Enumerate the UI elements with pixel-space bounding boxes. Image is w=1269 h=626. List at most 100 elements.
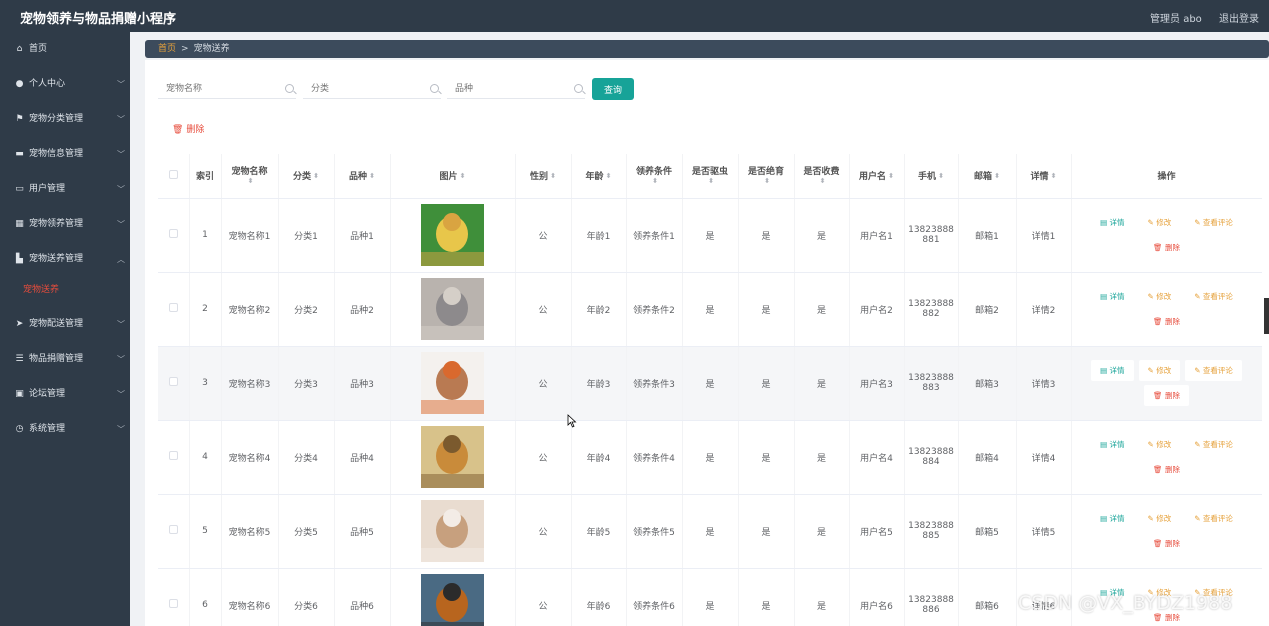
col-header[interactable]: 宠物名称 ⬍ bbox=[221, 154, 279, 199]
sidebar-item-label: 宠物配送管理 bbox=[29, 319, 84, 329]
trash-icon: 🗑 bbox=[1153, 539, 1163, 548]
breadcrumb-home[interactable]: 首页 bbox=[158, 44, 176, 54]
sidebar: ⌂ 首页 ● 个人中心 ﹀ ⚑ 宠物分类管理 ﹀ ▬ 宠物信息管理 ﹀ ▭ 用户管理 ﹀ ▦ 宠物领… bbox=[0, 32, 130, 626]
cell-username: 用户名6 bbox=[849, 568, 905, 626]
sort-icon[interactable]: ⬍ bbox=[888, 173, 894, 180]
col-header[interactable]: 详情 ⬍ bbox=[1016, 154, 1072, 199]
cell-age: 年龄2 bbox=[571, 272, 627, 347]
sidebar-item-personal-center[interactable]: ● 个人中心 ﹀ bbox=[0, 67, 130, 102]
col-header[interactable]: 邮箱 ⬍ bbox=[958, 154, 1017, 199]
breed-input[interactable] bbox=[447, 79, 565, 99]
sidebar-item-forum[interactable]: ▣ 论坛管理 ﹀ bbox=[0, 377, 130, 412]
sort-icon[interactable]: ⬍ bbox=[606, 173, 612, 180]
pet-name-input[interactable] bbox=[158, 79, 276, 99]
sort-icon[interactable]: ⬍ bbox=[652, 178, 658, 185]
col-header[interactable]: 手机 ⬍ bbox=[904, 154, 959, 199]
sidebar-item-system[interactable]: ◷ 系统管理 ﹀ bbox=[0, 412, 130, 447]
col-header[interactable]: 是否收费 ⬍ bbox=[794, 154, 850, 199]
detail-button[interactable]: ▤ 详情 bbox=[1091, 360, 1134, 381]
batch-delete-button[interactable]: 🗑 删除 bbox=[172, 122, 204, 135]
cell-sterilized: 是 bbox=[738, 494, 795, 569]
view-comments-button[interactable]: ✎ 查看评论 bbox=[1185, 212, 1242, 233]
cell-detail: 详情4 bbox=[1016, 420, 1072, 495]
edit-icon: ✎ bbox=[1147, 440, 1154, 449]
col-header[interactable]: 年龄 ⬍ bbox=[571, 154, 627, 199]
sort-icon[interactable]: ⬍ bbox=[313, 173, 319, 180]
cell-breed: 品种1 bbox=[334, 198, 391, 273]
delete-button[interactable]: 🗑 删除 bbox=[1144, 311, 1189, 332]
view-comments-button[interactable]: ✎ 查看评论 bbox=[1185, 508, 1242, 529]
sidebar-item-pet-info[interactable]: ▬ 宠物信息管理 ﹀ bbox=[0, 137, 130, 172]
sidebar-item-delivery[interactable]: ➤ 宠物配送管理 ﹀ bbox=[0, 307, 130, 342]
sort-icon[interactable]: ⬍ bbox=[248, 178, 254, 185]
sidebar-item-donation[interactable]: ☰ 物品捐赠管理 ﹀ bbox=[0, 342, 130, 377]
row-checkbox[interactable] bbox=[168, 303, 178, 312]
detail-button[interactable]: ▤ 详情 bbox=[1091, 508, 1133, 529]
scrollbar-thumb[interactable] bbox=[1264, 298, 1269, 334]
col-header[interactable]: 用户名 ⬍ bbox=[849, 154, 905, 199]
cell-charged: 是 bbox=[794, 272, 850, 347]
admin-user-label: 管理员 abo bbox=[1150, 14, 1202, 25]
detail-button[interactable]: ▤ 详情 bbox=[1091, 212, 1133, 233]
delete-button[interactable]: 🗑 删除 bbox=[1144, 385, 1189, 406]
col-header[interactable]: 性别 ⬍ bbox=[515, 154, 572, 199]
logout-link[interactable]: 退出登录 bbox=[1219, 14, 1259, 25]
sort-icon[interactable]: ⬍ bbox=[550, 173, 556, 180]
row-select-cell bbox=[158, 568, 190, 626]
sort-icon[interactable]: ⬍ bbox=[369, 173, 375, 180]
col-header[interactable]: 领养条件 ⬍ bbox=[626, 154, 683, 199]
sort-icon[interactable]: ⬍ bbox=[938, 173, 944, 180]
category-input[interactable] bbox=[303, 79, 421, 99]
view-comments-button[interactable]: ✎ 查看评论 bbox=[1185, 434, 1242, 455]
cell-detail: 详情5 bbox=[1016, 494, 1072, 569]
edit-button[interactable]: ✎ 修改 bbox=[1139, 434, 1181, 455]
cell-gender: 公 bbox=[515, 272, 572, 347]
row-checkbox[interactable] bbox=[168, 525, 178, 534]
sort-icon[interactable]: ⬍ bbox=[820, 178, 826, 185]
edit-button[interactable]: ✎ 修改 bbox=[1139, 212, 1181, 233]
detail-button[interactable]: ▤ 详情 bbox=[1091, 286, 1133, 307]
cell-index: 4 bbox=[189, 420, 222, 495]
row-checkbox[interactable] bbox=[168, 229, 178, 238]
delete-button[interactable]: 🗑 删除 bbox=[1144, 459, 1189, 480]
sort-icon[interactable]: ⬍ bbox=[1051, 173, 1057, 180]
row-checkbox[interactable] bbox=[168, 599, 178, 608]
sidebar-item-adoption[interactable]: ▦ 宠物领养管理 ﹀ bbox=[0, 207, 130, 242]
sidebar-item-pet-category[interactable]: ⚑ 宠物分类管理 ﹀ bbox=[0, 102, 130, 137]
cell-index: 6 bbox=[189, 568, 222, 626]
cell-charged: 是 bbox=[794, 420, 850, 495]
sidebar-item-rehoming[interactable]: ▙ 宠物送养管理 ︿ bbox=[0, 242, 130, 277]
sidebar-item-home[interactable]: ⌂ 首页 bbox=[0, 32, 130, 67]
cell-image bbox=[390, 420, 516, 495]
cell-dewormed: 是 bbox=[682, 346, 739, 421]
view-comments-button[interactable]: ✎ 查看评论 bbox=[1185, 286, 1242, 307]
row-checkbox[interactable] bbox=[168, 451, 178, 460]
col-header[interactable]: 品种 ⬍ bbox=[334, 154, 391, 199]
delete-button[interactable]: 🗑 删除 bbox=[1144, 533, 1189, 554]
sidebar-item-users[interactable]: ▭ 用户管理 ﹀ bbox=[0, 172, 130, 207]
sort-icon[interactable]: ⬍ bbox=[994, 173, 1000, 180]
delete-button[interactable]: 🗑 删除 bbox=[1144, 237, 1189, 258]
pet-photo bbox=[421, 278, 484, 340]
cell-phone: 13823888 883 bbox=[904, 346, 959, 421]
col-header[interactable]: 分类 ⬍ bbox=[278, 154, 335, 199]
edit-button[interactable]: ✎ 修改 bbox=[1139, 286, 1181, 307]
pet-name-search bbox=[158, 79, 296, 99]
row-checkbox[interactable] bbox=[168, 377, 178, 386]
sort-icon[interactable]: ⬍ bbox=[708, 178, 714, 185]
col-header[interactable]: 图片 ⬍ bbox=[390, 154, 516, 199]
edit-button[interactable]: ✎ 修改 bbox=[1138, 360, 1181, 381]
detail-button[interactable]: ▤ 详情 bbox=[1091, 434, 1133, 455]
sort-icon[interactable]: ⬍ bbox=[460, 173, 466, 180]
view-comments-button[interactable]: ✎ 查看评论 bbox=[1185, 360, 1242, 381]
row-select-cell bbox=[158, 346, 190, 421]
edit-button[interactable]: ✎ 修改 bbox=[1139, 508, 1181, 529]
col-header[interactable]: 是否驱虫 ⬍ bbox=[682, 154, 739, 199]
cell-image bbox=[390, 568, 516, 626]
col-header[interactable]: 是否绝育 ⬍ bbox=[738, 154, 795, 199]
sort-icon[interactable]: ⬍ bbox=[764, 178, 770, 185]
select-all-checkbox[interactable] bbox=[168, 169, 178, 179]
cell-email: 邮箱4 bbox=[958, 420, 1017, 495]
query-button[interactable]: 查询 bbox=[592, 78, 634, 100]
sidebar-subitem-rehoming[interactable]: 宠物送养 bbox=[0, 277, 130, 307]
